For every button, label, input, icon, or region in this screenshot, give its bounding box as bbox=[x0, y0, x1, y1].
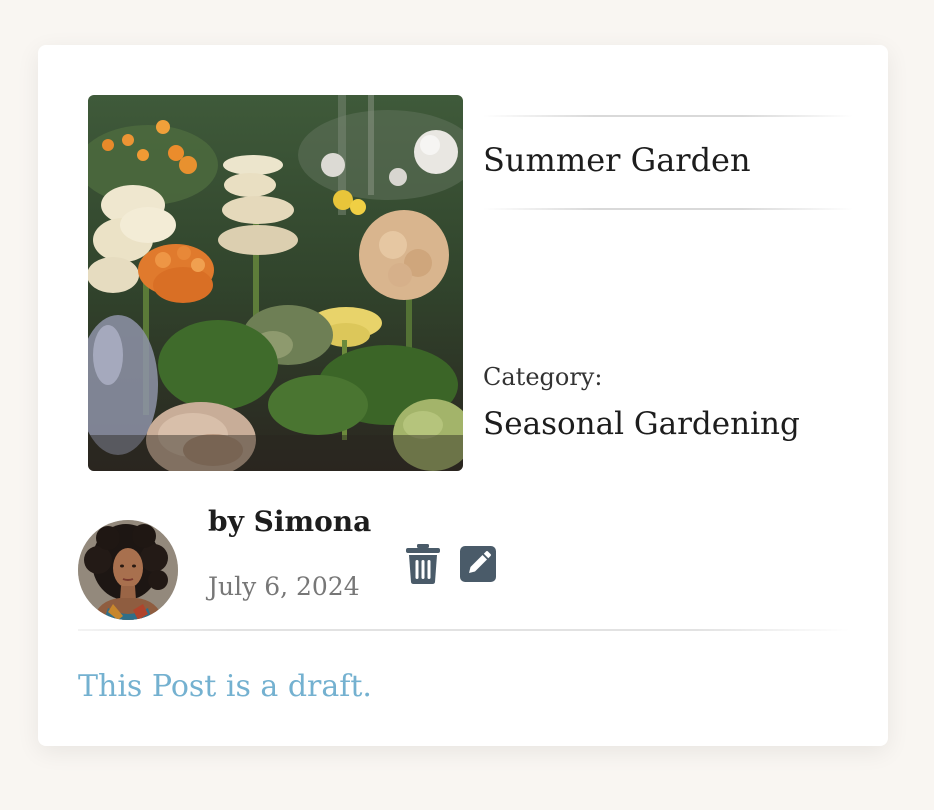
category-label: Category: bbox=[483, 363, 603, 391]
trash-icon[interactable] bbox=[405, 543, 441, 585]
title-bottom-rule bbox=[483, 208, 853, 210]
post-date: July 6, 2024 bbox=[208, 572, 360, 601]
post-image[interactable] bbox=[88, 95, 463, 471]
title-top-rule bbox=[483, 115, 853, 117]
category-value[interactable]: Seasonal Gardening bbox=[483, 406, 800, 442]
post-title[interactable]: Summer Garden bbox=[483, 141, 751, 179]
meta-divider bbox=[78, 629, 850, 631]
post-card: Summer Garden Category: Seasonal Gardeni… bbox=[38, 45, 888, 746]
draft-status-message: This Post is a draft. bbox=[78, 669, 372, 704]
author-avatar[interactable] bbox=[78, 520, 178, 620]
author-name[interactable]: by Simona bbox=[208, 505, 371, 538]
pencil-icon[interactable] bbox=[460, 546, 496, 582]
